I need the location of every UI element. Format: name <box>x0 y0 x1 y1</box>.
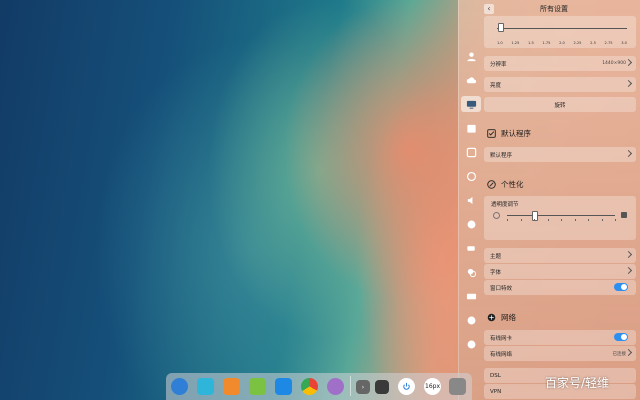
opacity-tick <box>561 219 562 221</box>
scale-tick: 2.25 <box>573 41 582 45</box>
scale-slider-track[interactable] <box>497 28 627 29</box>
scale-tick: 1.25 <box>511 41 520 45</box>
back-button[interactable]: ‹ <box>484 4 494 14</box>
opacity-tick <box>588 219 589 221</box>
keyboard-tray-icon[interactable] <box>375 380 389 394</box>
resolution-value: 1440×900 <box>602 61 626 66</box>
opacity-tick <box>534 219 535 221</box>
display-icon[interactable] <box>461 96 481 112</box>
opacity-tick <box>507 219 508 221</box>
dock-arrow-icon[interactable]: › <box>356 380 370 394</box>
opacity-label: 透明度调节 <box>491 202 519 208</box>
chevron-right-icon <box>624 79 633 88</box>
window-effect-row[interactable]: 窗口特效 <box>484 280 636 295</box>
dock-divider <box>350 376 351 396</box>
vpn-label: VPN <box>490 388 502 395</box>
cloud-icon[interactable] <box>461 72 481 88</box>
scale-tick: 1.5 <box>528 41 534 45</box>
opacity-tick <box>601 219 603 221</box>
opacity-low-icon <box>493 212 500 219</box>
opacity-slider-track[interactable] <box>507 215 615 216</box>
keyboard-icon[interactable] <box>461 288 481 304</box>
opacity-tick <box>574 219 576 221</box>
time-icon[interactable] <box>461 216 481 232</box>
font-label: 字体 <box>490 269 502 276</box>
opacity-slider-thumb[interactable] <box>532 211 538 221</box>
info-icon[interactable] <box>461 336 481 352</box>
chevron-right-icon <box>624 149 633 158</box>
default-apps-row-label: 默认程序 <box>490 152 513 159</box>
default-apps-section-icon <box>487 129 496 138</box>
window-effect-label: 窗口特效 <box>490 285 513 292</box>
rotate-button[interactable]: 旋转 <box>484 97 636 112</box>
watermark: 百家号/轻维 <box>545 376 610 390</box>
clock-icon[interactable]: 16px <box>424 378 441 395</box>
chevron-right-icon <box>624 348 633 357</box>
mouse-icon[interactable] <box>461 264 481 280</box>
network-section-title: 网络 <box>487 312 516 323</box>
shutdown-icon[interactable] <box>398 378 415 395</box>
personalization-title: 个性化 <box>501 180 524 189</box>
default-apps-title: 默认程序 <box>501 129 531 138</box>
theme-row[interactable]: 主题 <box>484 248 636 263</box>
palette-icon <box>487 180 496 189</box>
personalization-icon[interactable] <box>461 168 481 184</box>
wired-network-status: 已连接 <box>612 351 627 357</box>
wired-network-label: 有线网络 <box>490 351 513 358</box>
opacity-tick <box>520 219 522 221</box>
window-effect-toggle[interactable] <box>614 283 628 291</box>
calendar-icon[interactable] <box>461 120 481 136</box>
rotate-label: 旋转 <box>554 102 566 109</box>
window-title: 所有设置 <box>540 5 568 13</box>
scale-tick: 2.0 <box>559 41 565 45</box>
music-icon[interactable] <box>249 378 266 395</box>
chevron-right-icon <box>624 58 633 67</box>
scale-tick: 3.0 <box>621 41 627 45</box>
power-icon[interactable] <box>461 240 481 256</box>
chevron-right-icon <box>624 266 633 275</box>
network-icon <box>487 313 496 322</box>
default-apps-section-title: 默认程序 <box>487 128 531 139</box>
opacity-high-icon <box>621 212 627 218</box>
chrome-icon[interactable] <box>301 378 318 395</box>
resolution-label: 分辨率 <box>490 61 507 68</box>
opacity-tick <box>547 219 549 221</box>
scale-tick: 1.75 <box>542 41 551 45</box>
opacity-tick <box>615 219 616 221</box>
app-store-icon[interactable] <box>223 378 240 395</box>
account-icon[interactable] <box>461 48 481 64</box>
scale-tick: 1.0 <box>497 41 503 45</box>
settings-gear-icon[interactable] <box>327 378 344 395</box>
scale-tick: 2.75 <box>604 41 613 45</box>
network-title: 网络 <box>501 313 516 322</box>
default-apps-icon[interactable] <box>461 144 481 160</box>
trash-icon[interactable] <box>449 378 466 395</box>
personalization-section-title: 个性化 <box>487 179 524 190</box>
dsl-label: DSL <box>490 372 501 379</box>
brightness-row[interactable]: 亮度 <box>484 77 636 92</box>
chevron-right-icon <box>624 250 633 259</box>
update-icon[interactable] <box>461 312 481 328</box>
wired-card-toggle[interactable] <box>614 333 628 341</box>
file-manager-icon[interactable] <box>197 378 214 395</box>
scale-tick: 2.5 <box>590 41 596 45</box>
video-icon[interactable] <box>275 378 292 395</box>
scale-tick-labels: 1.0 1.25 1.5 1.75 2.0 2.25 2.5 2.75 3.0 <box>497 41 627 45</box>
brightness-label: 亮度 <box>490 82 502 89</box>
wired-card-label: 有线网卡 <box>490 335 513 342</box>
resolution-row[interactable]: 分辨率 1440×900 <box>484 56 636 71</box>
wired-card-row[interactable]: 有线网卡 <box>484 330 636 345</box>
wired-network-row[interactable]: 有线网络 已连接 <box>484 346 636 361</box>
font-row[interactable]: 字体 <box>484 264 636 279</box>
launcher-icon[interactable] <box>171 378 188 395</box>
theme-label: 主题 <box>490 253 502 260</box>
scale-slider-thumb[interactable] <box>498 23 504 32</box>
default-apps-row[interactable]: 默认程序 <box>484 147 636 162</box>
sound-icon[interactable] <box>461 192 481 208</box>
